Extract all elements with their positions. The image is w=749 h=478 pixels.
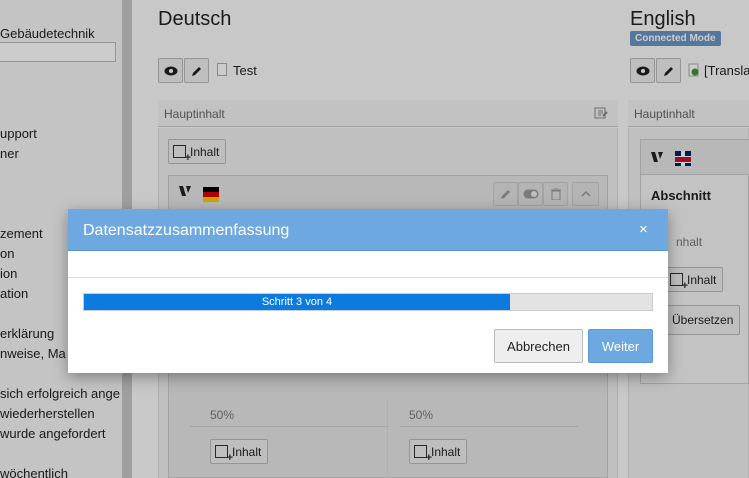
progress-label: Schritt 3 von 4 [261,296,333,308]
progress-bar: Schritt 3 von 4 [83,293,653,311]
modal-divider [68,277,668,278]
modal-header: Datensatzzusammenfassung × [68,209,668,251]
modal-title: Datensatzzusammenfassung [83,222,290,239]
cancel-button[interactable]: Abbrechen [494,329,583,363]
next-button[interactable]: Weiter [588,329,653,363]
record-summary-modal: Datensatzzusammenfassung × Schritt 3 von… [68,209,668,373]
close-icon[interactable]: × [639,221,648,238]
